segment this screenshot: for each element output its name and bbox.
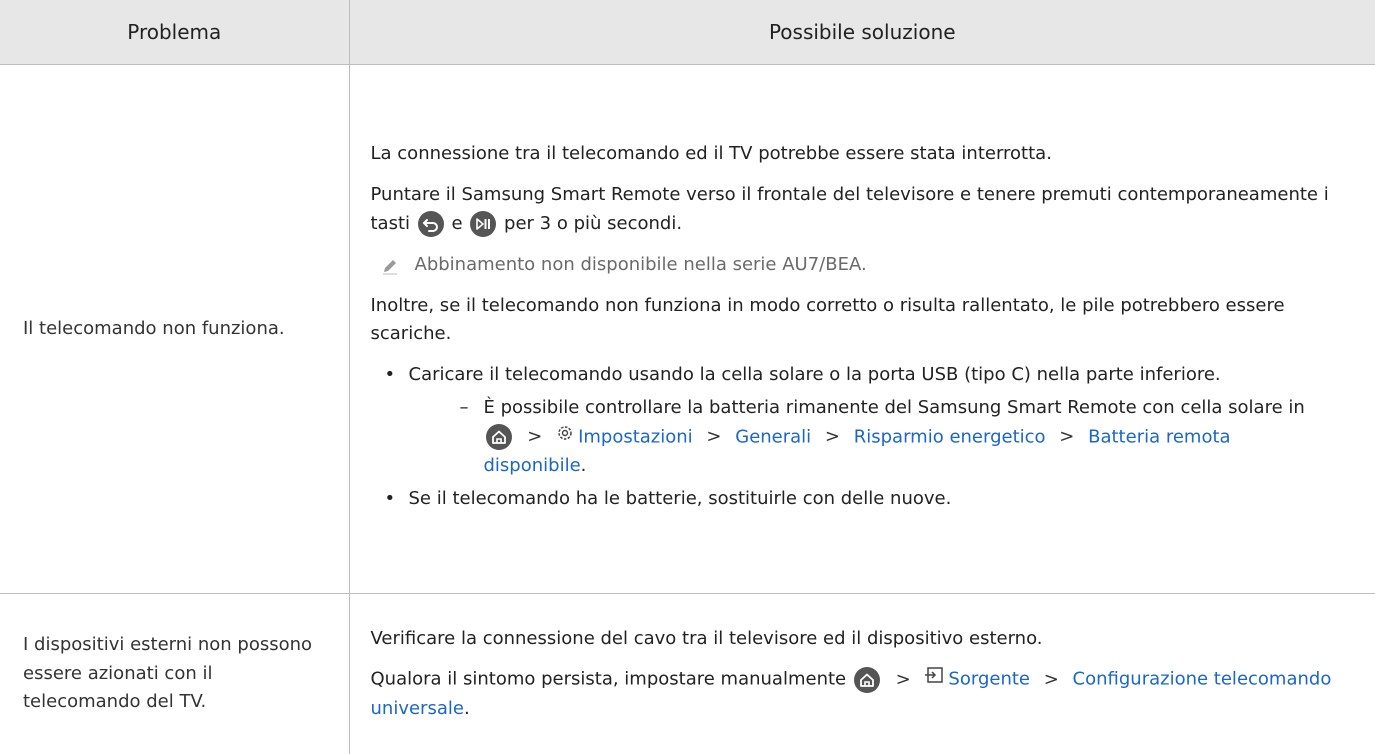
column-header-solution: Possibile soluzione [349,0,1375,65]
note-text: Abbinamento non disponibile nella serie … [414,253,867,275]
return-button-icon [417,211,444,237]
problem-cell: I dispositivi esterni non possono essere… [0,593,350,754]
chevron-right-icon: > [1059,426,1075,448]
source-input-icon [924,665,944,694]
solution-paragraph: Verificare la connessione del cavo tra i… [370,627,1043,649]
home-icon [853,666,880,693]
text-span: . [580,454,587,476]
play-pause-button-icon [470,211,497,237]
pencil-note-icon [381,256,399,275]
list-item: Se il telecomando ha le batterie, sostit… [371,485,1336,514]
home-icon [485,424,512,451]
bullet-list: Caricare il telecomando usando la cella … [371,361,1336,513]
text-span: per 3 o più secondi. [504,213,683,234]
text-span: . [463,697,470,719]
note: Abbinamento non disponibile nella serie … [371,251,1336,280]
menu-path-settings-link[interactable]: Impostazioni [578,426,693,447]
solution-paragraph: Puntare il Samsung Smart Remote verso il… [371,181,1336,239]
list-item: Caricare il telecomando usando la cella … [371,361,1336,481]
text-span: Qualora il sintomo persista, impostare m… [370,668,847,690]
troubleshooting-table: Problema Possibile soluzione Il telecoma… [0,0,1375,754]
solution-paragraph: Inoltre, se il telecomando non funziona … [370,294,1285,345]
solution-cell: La connessione tra il telecomando ed il … [349,64,1375,594]
dash-marker: – [459,396,469,418]
solution-paragraph: Qualora il sintomo persista, impostare m… [371,665,1336,723]
sub-list-item: – È possibile controllare la batteria ri… [409,394,1336,481]
menu-path-general-link[interactable]: Generali [735,426,811,447]
text-span: e [451,213,463,234]
menu-path-energy-saving-link[interactable]: Risparmio energetico [854,426,1046,447]
text-span: È possibile controllare la batteria rima… [483,396,1305,418]
solution-paragraph: La connessione tra il telecomando ed il … [370,143,1052,165]
chevron-right-icon: > [706,426,722,448]
problem-cell: Il telecomando non funziona. [0,64,350,594]
chevron-right-icon: > [1043,668,1059,690]
chevron-right-icon: > [824,426,841,448]
settings-gear-icon [556,423,574,452]
table-row: Il telecomando non funziona. La connessi… [0,64,1375,594]
list-item-text: Se il telecomando ha le batterie, sostit… [408,487,952,509]
list-item-text: Caricare il telecomando usando la cella … [408,364,1221,386]
menu-path-source-link[interactable]: Sorgente [948,669,1030,690]
chevron-right-icon: > [527,426,543,448]
table-header-row: Problema Possibile soluzione [0,0,1375,65]
solution-cell: Verificare la connessione del cavo tra i… [349,594,1375,754]
column-header-problem: Problema [0,0,350,65]
chevron-right-icon: > [895,668,911,690]
table-row: I dispositivi esterni non possono essere… [0,593,1375,754]
